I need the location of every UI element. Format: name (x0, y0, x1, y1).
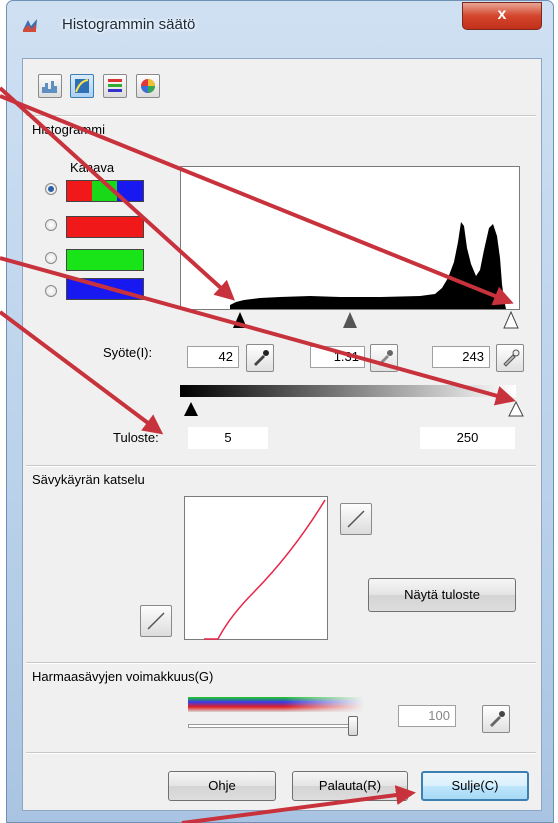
channel-radio-blue[interactable] (45, 285, 57, 297)
eyedropper-icon (490, 711, 505, 727)
input-white-marker (503, 310, 519, 329)
output-gradient-bar (180, 385, 516, 397)
channel-radio-rgb[interactable] (45, 183, 57, 195)
input-black-field[interactable]: 42 (187, 346, 239, 368)
channel-radio-green[interactable] (45, 252, 57, 264)
gray-group-label: Harmaasävyjen voimakkuus(G) (32, 669, 214, 684)
separator (26, 752, 536, 754)
help-button[interactable]: Ohje (168, 771, 276, 801)
reset-button[interactable]: Palauta(R) (292, 771, 408, 801)
output-black-marker (184, 402, 198, 416)
curve-preset-button-bottom[interactable] (140, 605, 172, 637)
window-title: Histogrammin säätö (62, 16, 196, 33)
eyedropper-icon (378, 350, 393, 366)
diagonal-line-icon (347, 510, 365, 528)
app-icon (23, 19, 37, 32)
separator (26, 662, 536, 664)
channel-swatch-red[interactable] (66, 216, 144, 238)
input-gamma-marker (343, 312, 357, 328)
curve-group-label: Sävykäyrän katselu (32, 472, 145, 487)
gray-intensity-eyedropper-button[interactable] (482, 705, 510, 733)
output-white-field[interactable]: 250 (420, 427, 515, 449)
input-label: Syöte(I): (103, 345, 153, 360)
separator (26, 465, 536, 467)
close-window-button[interactable]: x (462, 2, 542, 30)
histogram-group-label: Histogrammi (32, 122, 105, 137)
gray-intensity-gradient (188, 697, 364, 712)
show-output-button[interactable]: Näytä tuloste (368, 578, 516, 612)
channel-radio-red[interactable] (45, 219, 57, 231)
histogram-tab-button[interactable] (38, 74, 62, 98)
gray-intensity-slider-track[interactable] (188, 724, 358, 728)
input-gamma-field[interactable]: 1.31 (310, 346, 365, 368)
curve-preset-button-top[interactable] (340, 503, 372, 535)
histogram-plot (180, 166, 520, 310)
separator (26, 115, 536, 117)
white-eyedropper-button[interactable] (496, 344, 524, 372)
channel-swatch-rgb[interactable] (66, 180, 144, 202)
eyedropper-icon (503, 349, 520, 367)
color-balance-tab-button[interactable] (136, 74, 160, 98)
levels-icon (108, 79, 122, 92)
input-black-marker (233, 312, 247, 328)
close-button[interactable]: Sulje(C) (421, 771, 529, 801)
levels-tab-button[interactable] (103, 74, 127, 98)
input-level-markers[interactable] (228, 308, 528, 338)
gray-intensity-field[interactable]: 100 (398, 705, 456, 727)
channel-label: Kanava (70, 160, 115, 175)
channel-swatch-blue[interactable] (66, 278, 144, 300)
black-eyedropper-button[interactable] (246, 344, 274, 372)
output-white-marker (508, 400, 524, 417)
channel-swatch-green[interactable] (66, 249, 144, 271)
gray-eyedropper-button[interactable] (370, 344, 398, 372)
output-label: Tuloste: (113, 430, 159, 445)
tone-curve-tab-button[interactable] (70, 74, 94, 98)
diagonal-line-icon (147, 612, 165, 630)
eyedropper-icon (254, 350, 269, 366)
output-level-markers[interactable] (180, 398, 525, 418)
curve-icon (75, 79, 89, 93)
color-balance-icon (141, 79, 155, 93)
output-black-field[interactable]: 5 (188, 427, 268, 449)
gray-intensity-slider-thumb[interactable] (348, 716, 358, 736)
input-white-field[interactable]: 243 (432, 346, 490, 368)
tone-curve-plot (184, 496, 328, 640)
histogram-icon (42, 81, 57, 93)
